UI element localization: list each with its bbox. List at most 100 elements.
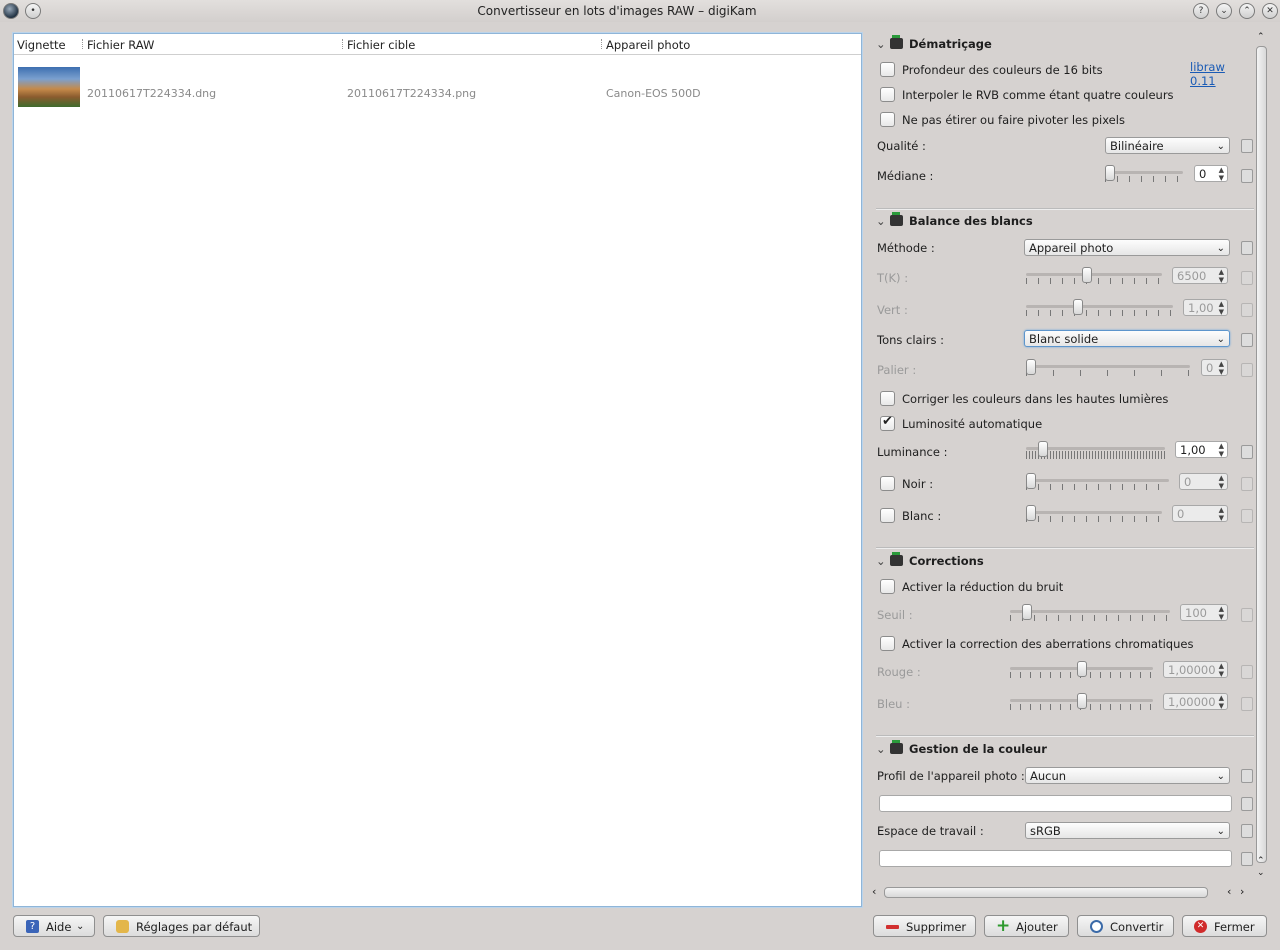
close-button[interactable]: ✕ Fermer (1182, 915, 1267, 937)
reset-icon[interactable] (1241, 477, 1253, 491)
white-spinbox[interactable]: 0 ▲ ▼ (1172, 505, 1228, 522)
vertical-scrollbar[interactable]: ⌃ ⌃ ⌄ (1255, 32, 1267, 879)
chevron-down-icon: ⌄ (76, 921, 85, 932)
level-spinbox[interactable]: 0 ▲ ▼ (1201, 359, 1228, 376)
libraw-link[interactable]: libraw 0.11 (1190, 60, 1254, 88)
red-slider[interactable] (1010, 661, 1153, 679)
help-icon[interactable]: ? (1193, 3, 1209, 19)
image-thumbnail (18, 67, 80, 107)
reset-icon[interactable] (1241, 303, 1253, 317)
temperature-slider[interactable] (1026, 267, 1162, 285)
blue-value: 1,00000 (1168, 695, 1216, 709)
plus-icon: + (996, 916, 1011, 936)
close-window-icon[interactable]: ✕ (1262, 3, 1278, 19)
column-thumbnail[interactable]: Vignette (17, 38, 66, 52)
blue-slider[interactable] (1010, 693, 1153, 711)
browse-icon[interactable] (1241, 852, 1253, 866)
quality-select[interactable]: Bilinéaire ⌄ (1105, 137, 1230, 154)
reset-icon[interactable] (1241, 509, 1253, 523)
reset-icon[interactable] (1241, 665, 1253, 679)
checkbox-fix-colors[interactable] (880, 391, 895, 406)
green-value: 1,00 (1188, 301, 1214, 315)
image-list[interactable]: Vignette Fichier RAW Fichier cible Appar… (13, 33, 862, 907)
black-spinbox[interactable]: 0 ▲ ▼ (1179, 473, 1228, 490)
checkbox-16bit[interactable] (880, 62, 895, 77)
median-slider[interactable] (1105, 165, 1183, 183)
convert-button[interactable]: Convertir (1077, 915, 1174, 937)
luminance-slider[interactable] (1026, 441, 1165, 459)
column-camera[interactable]: Appareil photo (606, 38, 690, 52)
scroll-left-icon[interactable]: ‹ (1227, 885, 1231, 898)
red-spinbox[interactable]: 1,00000 ▲ ▼ (1163, 661, 1228, 678)
remove-button[interactable]: Supprimer (873, 915, 976, 937)
reset-icon[interactable] (1241, 169, 1253, 183)
section-demosaic-header[interactable]: ⌄ Dématriçage (876, 35, 992, 51)
reset-icon[interactable] (1241, 769, 1253, 783)
threshold-spinbox[interactable]: 100 ▲ ▼ (1180, 604, 1228, 621)
reset-icon[interactable] (1241, 271, 1253, 285)
defaults-button[interactable]: Réglages par défaut (103, 915, 260, 937)
threshold-slider[interactable] (1010, 604, 1170, 622)
level-slider[interactable] (1026, 359, 1190, 377)
black-slider[interactable] (1026, 473, 1169, 491)
checkbox-white[interactable] (880, 508, 895, 523)
scroll-left-icon[interactable]: ‹ (872, 885, 876, 898)
close-label: Fermer (1214, 920, 1255, 934)
workspace-path-field[interactable] (879, 850, 1232, 867)
add-button[interactable]: + Ajouter (984, 915, 1069, 937)
highlights-select[interactable]: Blanc solide ⌄ (1024, 330, 1230, 347)
chevron-down-icon: ⌄ (1216, 243, 1225, 254)
temperature-spinbox[interactable]: 6500 ▲ ▼ (1172, 267, 1228, 284)
spin-arrows-icon: ▲ ▼ (1218, 360, 1224, 376)
spin-arrows-icon: ▲ ▼ (1218, 662, 1224, 678)
help-button[interactable]: ? Aide ⌄ (13, 915, 95, 937)
checkbox-auto-brightness[interactable] (880, 414, 895, 431)
reset-icon[interactable] (1241, 139, 1253, 153)
column-raw-file[interactable]: Fichier RAW (87, 38, 154, 52)
reset-icon[interactable] (1241, 824, 1253, 838)
label-camera-profile: Profil de l'appareil photo : (877, 769, 1025, 783)
quality-value: Bilinéaire (1110, 139, 1164, 153)
reset-icon[interactable] (1241, 241, 1253, 255)
green-slider[interactable] (1026, 299, 1173, 317)
workspace-select[interactable]: sRGB ⌄ (1025, 822, 1230, 839)
close-icon: ✕ (1194, 920, 1207, 933)
section-corrections-header[interactable]: ⌄ Corrections (876, 552, 984, 568)
camera-profile-path-field[interactable] (879, 795, 1232, 812)
checkbox-noise-reduction[interactable] (880, 579, 895, 594)
label-method: Méthode : (877, 241, 935, 255)
reset-icon[interactable] (1241, 697, 1253, 711)
scroll-right-icon[interactable]: › (1240, 885, 1244, 898)
maximize-icon[interactable]: ⌃ (1239, 3, 1255, 19)
scroll-down-icon[interactable]: ⌄ (1257, 868, 1265, 878)
target-file-name: 20110617T224334.png (347, 87, 477, 100)
browse-icon[interactable] (1241, 797, 1253, 811)
median-spinbox[interactable]: 0 ▲ ▼ (1194, 165, 1228, 182)
reset-icon[interactable] (1241, 363, 1253, 377)
reset-icon[interactable] (1241, 445, 1253, 459)
method-select[interactable]: Appareil photo ⌄ (1024, 239, 1230, 256)
white-slider[interactable] (1026, 505, 1162, 523)
checkbox-no-stretch[interactable] (880, 112, 895, 127)
green-spinbox[interactable]: 1,00 ▲ ▼ (1183, 299, 1228, 316)
checkbox-chromatic-aberration[interactable] (880, 636, 895, 651)
column-target-file[interactable]: Fichier cible (347, 38, 415, 52)
horizontal-scrollbar[interactable]: ‹ ‹ › (872, 885, 1252, 899)
section-whitebalance-header[interactable]: ⌄ Balance des blancs (876, 212, 1033, 228)
vertical-scroll-thumb[interactable] (1256, 46, 1267, 863)
camera-profile-select[interactable]: Aucun ⌄ (1025, 767, 1230, 784)
checkbox-black[interactable] (880, 476, 895, 491)
clapper-icon (890, 552, 903, 566)
luminance-spinbox[interactable]: 1,00 ▲ ▼ (1175, 441, 1228, 458)
reset-icon[interactable] (1241, 333, 1253, 347)
reset-icon[interactable] (1241, 608, 1253, 622)
blue-spinbox[interactable]: 1,00000 ▲ ▼ (1163, 693, 1228, 710)
level-value: 0 (1206, 361, 1214, 375)
minimize-icon[interactable]: ⌄ (1216, 3, 1232, 19)
scroll-up-icon[interactable]: ⌃ (1257, 856, 1265, 866)
section-color-header[interactable]: ⌄ Gestion de la couleur (876, 740, 1047, 756)
horizontal-scroll-thumb[interactable] (884, 887, 1208, 898)
checkbox-four-colors[interactable] (880, 87, 895, 102)
scroll-up-icon[interactable]: ⌃ (1257, 32, 1265, 42)
label-chromatic-aberration: Activer la correction des aberrations ch… (902, 637, 1194, 651)
